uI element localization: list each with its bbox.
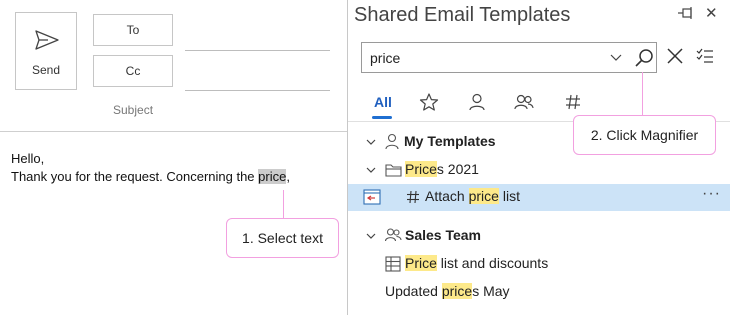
callout-connector-2: [642, 72, 643, 116]
tab-favorites[interactable]: [418, 88, 440, 116]
macro-name-end: list: [498, 188, 520, 204]
tree-label-sales-team: Sales Team: [405, 227, 482, 243]
send-button[interactable]: Send: [15, 12, 77, 90]
active-tab-indicator: [372, 116, 392, 119]
highlight-match: price: [468, 188, 499, 204]
people-icon: [514, 94, 534, 110]
chevron-down-icon[interactable]: [610, 51, 622, 63]
pane-title: Shared Email Templates: [354, 4, 571, 26]
tree-item-updated-prices[interactable]: Updated prices May: [348, 279, 730, 305]
compose-window: Send To Cc Subject Hello, Thank you for …: [0, 0, 347, 315]
send-label: Send: [31, 63, 61, 77]
body-text: Thank you for the request. Concerning th…: [11, 169, 259, 184]
hashtag-icon: [566, 94, 580, 110]
body-line-2: Thank you for the request. Concerning th…: [11, 168, 290, 186]
to-button[interactable]: To: [93, 14, 173, 46]
tree-label-macro: Attach price list: [425, 188, 520, 204]
list-check-icon[interactable]: [696, 47, 714, 65]
chevron-down-icon[interactable]: [366, 232, 376, 240]
people-icon: [384, 228, 402, 242]
highlight-match: Price: [405, 161, 437, 177]
highlight-match: Price: [405, 255, 437, 271]
tab-all[interactable]: All: [368, 88, 398, 116]
to-field[interactable]: [185, 50, 330, 51]
tab-bar: All: [348, 88, 730, 119]
item-name-start: Updated: [385, 283, 442, 299]
cc-field[interactable]: [185, 90, 330, 91]
magnifier-icon[interactable]: [634, 48, 654, 68]
search-box[interactable]: [361, 42, 657, 73]
tree-label-updated-prices: Updated prices May: [385, 283, 510, 299]
tree-item-attach-price-list[interactable]: Attach price list ···: [348, 184, 730, 211]
table-icon: [385, 256, 401, 272]
cc-button[interactable]: Cc: [93, 55, 173, 87]
body-text-end: ,: [286, 169, 290, 184]
chevron-down-icon[interactable]: [366, 166, 376, 174]
callout-click-magnifier: 2. Click Magnifier: [573, 115, 716, 155]
tree-item-price-list[interactable]: Price list and discounts: [348, 251, 730, 277]
close-pane-icon[interactable]: ✕: [705, 4, 718, 22]
clear-search-icon[interactable]: [666, 47, 684, 65]
more-options-icon[interactable]: ···: [702, 185, 721, 203]
tree-label-folder: Prices 2021: [405, 161, 479, 177]
pin-icon[interactable]: [678, 6, 694, 20]
macro-name-start: Attach: [425, 188, 469, 204]
body-line-1: Hello,: [11, 151, 45, 166]
callout-connector-1: [283, 190, 284, 218]
star-icon: [419, 93, 439, 111]
search-input[interactable]: [370, 48, 600, 68]
subject-label: Subject: [113, 103, 154, 117]
item-name-end: s May: [472, 283, 510, 299]
item-name-rest: list and discounts: [436, 255, 549, 271]
tree-label-price-list: Price list and discounts: [405, 255, 548, 271]
person-icon: [385, 133, 399, 150]
selected-text[interactable]: price: [258, 169, 287, 184]
compose-divider: [0, 131, 347, 132]
callout-select-text: 1. Select text: [226, 218, 339, 258]
hashtag-icon: [407, 190, 419, 204]
insert-template-icon[interactable]: [363, 189, 381, 205]
folder-icon: [385, 164, 402, 177]
tab-macros[interactable]: [562, 88, 584, 116]
highlight-match: price: [441, 283, 473, 299]
folder-name-rest: s 2021: [436, 161, 479, 177]
chevron-down-icon[interactable]: [366, 138, 376, 146]
tree-node-sales-team[interactable]: Sales Team: [348, 223, 730, 249]
tree-node-folder[interactable]: Prices 2021: [348, 157, 730, 183]
person-icon: [469, 93, 485, 111]
message-body[interactable]: Hello, Thank you for the request. Concer…: [11, 150, 290, 186]
shared-email-templates-pane: Shared Email Templates ✕ All: [347, 0, 730, 315]
send-icon: [35, 30, 59, 50]
tab-my-templates[interactable]: [466, 88, 488, 116]
tab-team-templates[interactable]: [512, 88, 536, 116]
tree-label-my-templates: My Templates: [404, 133, 496, 149]
